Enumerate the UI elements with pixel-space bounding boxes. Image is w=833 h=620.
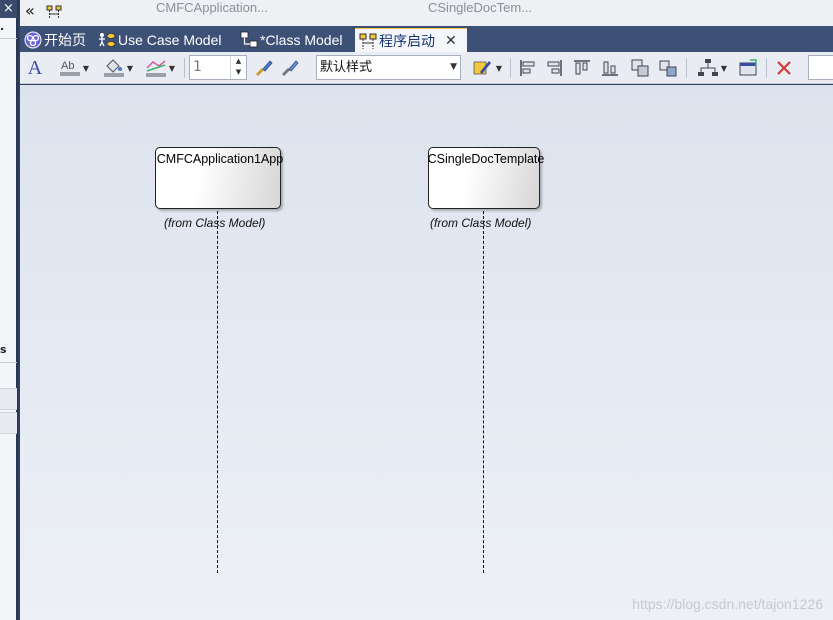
tab-close-icon[interactable]: ✕ bbox=[445, 32, 457, 49]
sequence-diagram-icon bbox=[359, 33, 377, 49]
lifeline-name: CMFCApplication1App bbox=[156, 152, 284, 166]
diagram-toolbar: A Ab ▼ ▼ ▼ 1 ▲ ▼ 默认样式 ▼ ▼ ▼ bbox=[20, 52, 833, 84]
chevron-down-icon: ▼ bbox=[495, 63, 503, 73]
pencil-style-icon bbox=[473, 61, 491, 75]
delete-icon bbox=[777, 61, 791, 75]
lifeline-dashed-line[interactable] bbox=[483, 211, 484, 573]
back-arrow-icon[interactable]: « bbox=[25, 1, 35, 20]
same-size-icon bbox=[659, 60, 677, 77]
panel-divider bbox=[0, 38, 17, 39]
line-width-stepper[interactable]: 1 ▲ ▼ bbox=[189, 55, 247, 80]
svg-text:Ab: Ab bbox=[61, 60, 74, 72]
toolbar-separator bbox=[766, 58, 767, 78]
apply-style-button[interactable] bbox=[278, 56, 302, 80]
panel-list-item[interactable] bbox=[0, 412, 17, 434]
same-size-icon bbox=[631, 59, 649, 77]
tab-program-startup[interactable]: 程序启动 ✕ bbox=[355, 28, 467, 52]
panel-fragment-text: s bbox=[0, 343, 7, 356]
breadcrumb: « CMFCApplication... CSingleDocTem... bbox=[20, 0, 833, 26]
toolbar-separator bbox=[184, 58, 185, 78]
delete-button[interactable] bbox=[772, 56, 796, 80]
diagram-canvas[interactable]: CMFCApplication1App (from Class Model) C… bbox=[20, 85, 833, 620]
align-top-icon bbox=[574, 60, 590, 75]
layout-dropdown[interactable]: ▼ bbox=[692, 56, 732, 80]
sequence-diagram-icon bbox=[46, 5, 62, 19]
chevron-down-icon: ▼ bbox=[450, 62, 457, 72]
align-right-icon bbox=[547, 60, 562, 76]
style-select[interactable]: 默认样式 ▼ bbox=[316, 55, 461, 80]
same-width-button[interactable] bbox=[628, 56, 652, 80]
same-height-button[interactable] bbox=[656, 56, 680, 80]
font-color-icon: Ab bbox=[59, 60, 80, 76]
properties-icon bbox=[739, 59, 757, 76]
tab-class-model[interactable]: *Class Model bbox=[240, 28, 342, 52]
hierarchy-layout-icon bbox=[697, 59, 718, 76]
class-diagram-icon bbox=[240, 31, 258, 48]
search-input[interactable] bbox=[808, 55, 833, 80]
line-color-icon bbox=[145, 60, 166, 77]
paint-bucket-icon bbox=[103, 59, 124, 77]
panel-list-item[interactable] bbox=[0, 388, 17, 410]
chevron-down-icon: ▼ bbox=[126, 63, 134, 73]
style-select-value: 默认样式 bbox=[320, 60, 373, 75]
chevron-down-icon: ▼ bbox=[82, 63, 90, 73]
font-icon: A bbox=[27, 56, 43, 79]
tab-label: *Class Model bbox=[260, 32, 343, 48]
diagram-properties-button[interactable] bbox=[736, 56, 760, 80]
chevron-down-icon: ▼ bbox=[720, 63, 728, 73]
align-bottom-button[interactable] bbox=[598, 56, 622, 80]
panel-overflow-dot: . bbox=[0, 20, 5, 33]
use-case-diagram-icon bbox=[99, 33, 116, 47]
start-page-icon bbox=[24, 31, 42, 49]
panel-close-button[interactable]: × bbox=[0, 0, 17, 18]
breadcrumb-item[interactable]: CSingleDocTem... bbox=[428, 0, 532, 16]
lifeline-name: CSingleDocTemplate bbox=[427, 152, 545, 166]
brush-apply-icon bbox=[281, 60, 299, 77]
watermark-text: https://blog.csdn.net/tajon1226 bbox=[632, 596, 823, 612]
font-color-dropdown[interactable]: Ab ▼ bbox=[54, 56, 94, 80]
tab-use-case-model[interactable]: Use Case Model bbox=[98, 28, 222, 52]
align-bottom-icon bbox=[602, 61, 618, 76]
stepper-buttons[interactable]: ▲ ▼ bbox=[230, 56, 246, 79]
document-tab-bar: 开始页 Use Case Model *Class Model 程序启动 ✕ bbox=[20, 26, 833, 52]
line-color-dropdown[interactable]: ▼ bbox=[140, 56, 180, 80]
lifeline-origin: (from Class Model) bbox=[164, 216, 266, 230]
align-left-icon bbox=[520, 60, 535, 76]
edit-style-dropdown[interactable]: ▼ bbox=[468, 56, 506, 80]
lifeline-dashed-line[interactable] bbox=[217, 211, 218, 573]
line-width-value: 1 bbox=[193, 59, 202, 75]
toolbar-separator bbox=[686, 58, 687, 78]
lifeline-header[interactable]: CSingleDocTemplate bbox=[428, 147, 544, 209]
tab-label: Use Case Model bbox=[118, 32, 222, 48]
tab-label: 程序启动 bbox=[379, 32, 435, 49]
breadcrumb-item[interactable]: CMFCApplication... bbox=[156, 0, 268, 16]
toolbar-separator bbox=[510, 58, 511, 78]
align-top-button[interactable] bbox=[570, 56, 594, 80]
chevron-down-icon: ▼ bbox=[168, 63, 176, 73]
tab-label: 开始页 bbox=[44, 32, 86, 48]
panel-divider bbox=[0, 362, 17, 363]
left-panel: × . s bbox=[0, 0, 18, 620]
fill-color-dropdown[interactable]: ▼ bbox=[98, 56, 138, 80]
align-right-button[interactable] bbox=[542, 56, 566, 80]
tab-start-page[interactable]: 开始页 bbox=[24, 28, 86, 52]
format-painter-button[interactable] bbox=[252, 56, 276, 80]
lifeline-header[interactable]: CMFCApplication1App bbox=[155, 147, 283, 209]
font-button[interactable]: A bbox=[24, 56, 46, 80]
brush-icon bbox=[255, 60, 273, 77]
lifeline-origin: (from Class Model) bbox=[430, 216, 532, 230]
align-left-button[interactable] bbox=[516, 56, 540, 80]
